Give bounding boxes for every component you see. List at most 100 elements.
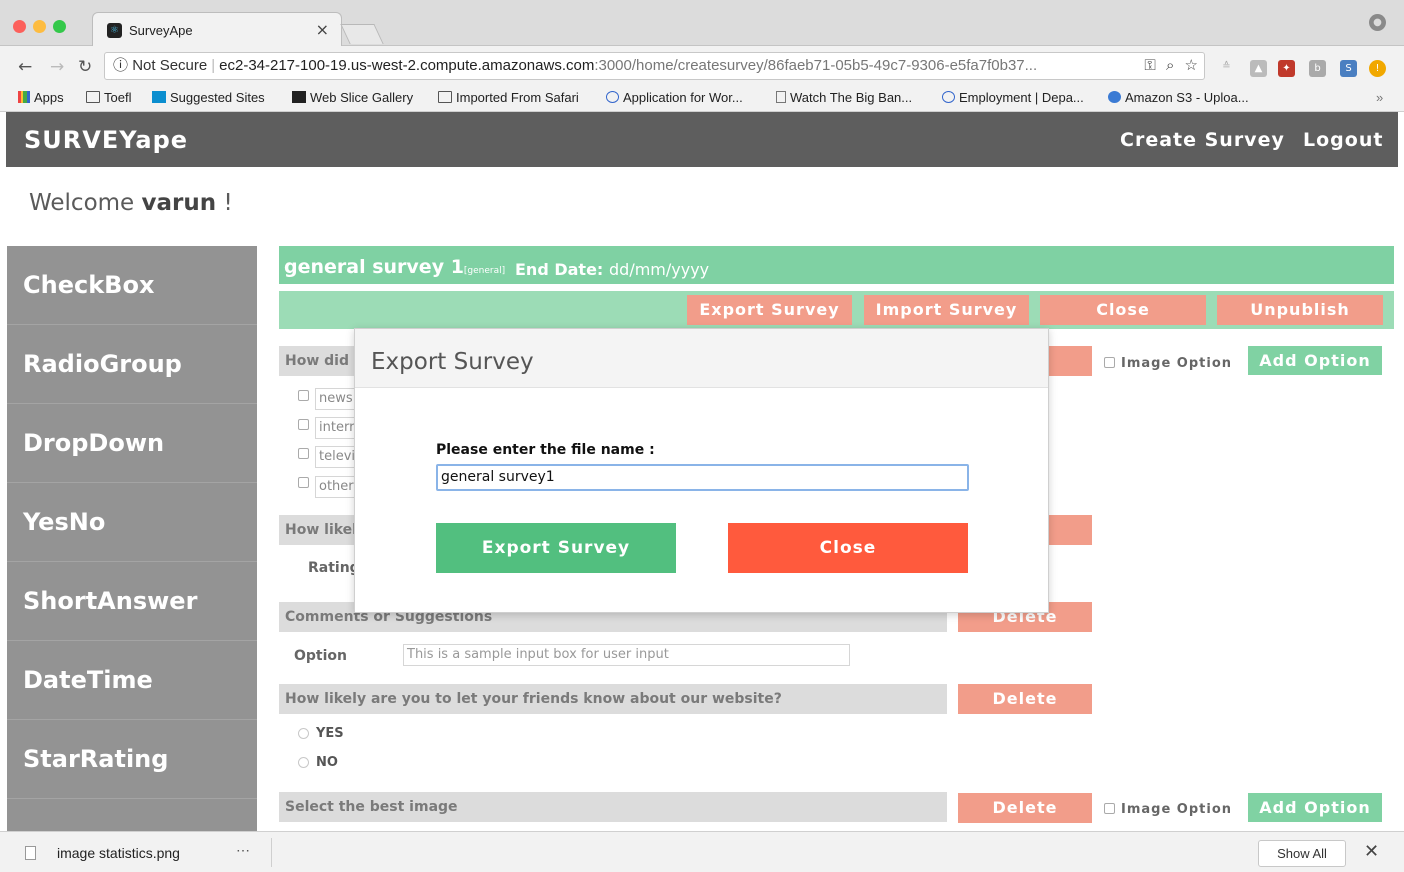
profile-icon[interactable]: ● <box>1369 14 1386 31</box>
bookmark-suggested-sites[interactable]: Suggested Sites <box>152 90 265 105</box>
download-bar: image statistics.png ⋯ Show All ✕ <box>0 831 1404 872</box>
new-tab-button[interactable] <box>340 24 384 44</box>
image-option-checkbox[interactable] <box>1104 357 1115 368</box>
bookmark-application[interactable]: Application for Wor... <box>606 90 743 105</box>
option-input[interactable]: interr <box>315 417 355 439</box>
url-path: :3000/home/createsurvey/86faeb71-05b5-49… <box>594 57 1038 74</box>
bookmarks-overflow[interactable]: » <box>1376 90 1383 105</box>
extension-icon[interactable]: ✦ <box>1278 60 1295 77</box>
bookmark-toefl[interactable]: Toefl <box>86 90 131 105</box>
question-5-delete-button[interactable]: Delete <box>958 793 1092 823</box>
welcome-message: Welcome varun ! <box>29 190 233 216</box>
modal-close-button[interactable]: Close <box>728 523 968 573</box>
info-icon[interactable]: ⓘ <box>113 57 128 74</box>
question-4-delete-button[interactable]: Delete <box>958 684 1092 714</box>
bookmark-web-slice-gallery[interactable]: Web Slice Gallery <box>292 90 413 105</box>
brand-logo[interactable]: SURVEYape <box>24 126 188 154</box>
download-file-name[interactable]: image statistics.png <box>57 845 180 861</box>
survey-header: general survey 1[general] End Date: dd/m… <box>279 246 1394 284</box>
bookmark-amazon-s3[interactable]: Amazon S3 - Uploa... <box>1108 90 1249 105</box>
end-date-input[interactable]: dd/mm/yyyy <box>609 260 709 279</box>
option-input[interactable]: news <box>315 388 355 410</box>
file-icon <box>25 846 36 860</box>
divider <box>271 838 272 867</box>
rating-label: Rating <box>308 560 360 576</box>
sidebar-item-dropdown[interactable]: DropDown <box>7 404 257 483</box>
file-name-input[interactable]: general survey1 <box>436 464 969 491</box>
sidebar-item-datetime[interactable]: DateTime <box>7 641 257 720</box>
question-1-add-option-button[interactable]: Add Option <box>1248 346 1382 375</box>
browser-tab[interactable]: ⚛ SurveyApe × <box>92 12 342 46</box>
extension-b-icon[interactable]: b <box>1309 60 1326 77</box>
logout-link[interactable]: Logout <box>1303 129 1383 151</box>
warning-icon[interactable]: ! <box>1369 60 1386 77</box>
bookmarks-bar: Apps Toefl Suggested Sites Web Slice Gal… <box>0 85 1404 112</box>
sample-input-box[interactable]: This is a sample input box for user inpu… <box>403 644 850 666</box>
folder-icon <box>438 91 452 103</box>
extension-s-icon[interactable]: S <box>1340 60 1357 77</box>
sidebar-item-yesno[interactable]: YesNo <box>7 483 257 562</box>
bookmark-employment[interactable]: Employment | Depa... <box>942 90 1084 105</box>
export-survey-button[interactable]: Export Survey <box>687 295 852 325</box>
no-radio[interactable] <box>298 757 309 768</box>
more-icon[interactable]: ⋯ <box>236 842 251 859</box>
username: varun <box>141 190 217 216</box>
question-5-bar[interactable]: Select the best image <box>279 792 947 822</box>
show-all-button[interactable]: Show All <box>1258 840 1346 867</box>
file-name-label: Please enter the file name : <box>436 442 655 458</box>
reload-icon[interactable]: ↻ <box>78 57 92 77</box>
window-minimize-control[interactable] <box>33 20 46 33</box>
sidebar-item-starrating[interactable]: StarRating <box>7 720 257 799</box>
page-icon <box>776 91 786 103</box>
sidebar-item-checkbox[interactable]: CheckBox <box>7 246 257 325</box>
option-checkbox[interactable] <box>298 390 309 401</box>
seal-icon <box>606 91 619 103</box>
zoom-icon[interactable]: ⌕ <box>1166 57 1174 74</box>
option-checkbox[interactable] <box>298 477 309 488</box>
question-1-image-option[interactable]: Image Option <box>1104 356 1232 371</box>
import-survey-button[interactable]: Import Survey <box>864 295 1029 325</box>
sidebar-item-shortanswer[interactable]: ShortAnswer <box>7 562 257 641</box>
option-label: Option <box>294 648 347 664</box>
security-label: Not Secure <box>132 57 208 74</box>
yes-label: YES <box>316 726 344 741</box>
sidebar-item-radiogroup[interactable]: RadioGroup <box>7 325 257 404</box>
address-bar[interactable]: ⓘ Not Secure | ec2-34-217-100-19.us-west-2… <box>104 52 1205 80</box>
drive-upload-icon[interactable]: ≙ <box>1218 58 1235 75</box>
close-survey-button[interactable]: Close <box>1040 295 1206 325</box>
close-download-bar-icon[interactable]: ✕ <box>1364 841 1379 862</box>
modal-title: Export Survey <box>371 349 534 375</box>
drive-icon[interactable]: ▲ <box>1250 60 1267 77</box>
folder-icon <box>86 91 100 103</box>
modal-export-button[interactable]: Export Survey <box>436 523 676 573</box>
back-arrow-icon[interactable]: ← <box>18 57 32 77</box>
window-zoom-control[interactable] <box>53 20 66 33</box>
bookmark-apps[interactable]: Apps <box>18 90 64 105</box>
forward-arrow-icon[interactable]: → <box>50 57 64 77</box>
bookmark-star-icon[interactable]: ☆ <box>1185 57 1198 74</box>
url-host: ec2-34-217-100-19.us-west-2.compute.amaz… <box>219 57 595 74</box>
image-option-checkbox[interactable] <box>1104 803 1115 814</box>
option-checkbox[interactable] <box>298 448 309 459</box>
bing-icon <box>152 91 166 103</box>
unpublish-button[interactable]: Unpublish <box>1217 295 1383 325</box>
survey-tag: [general] <box>463 266 506 276</box>
window-close-control[interactable] <box>13 20 26 33</box>
tab-close-icon[interactable]: × <box>316 20 329 39</box>
bookmark-big-bang[interactable]: Watch The Big Ban... <box>776 90 912 105</box>
question-4-bar[interactable]: How likely are you to let your friends k… <box>279 684 947 714</box>
export-survey-modal: Export Survey Please enter the file name… <box>354 328 1049 613</box>
create-survey-link[interactable]: Create Survey <box>1120 129 1285 151</box>
s3-icon <box>1108 91 1121 103</box>
question-5-add-option-button[interactable]: Add Option <box>1248 793 1382 822</box>
yes-radio[interactable] <box>298 728 309 739</box>
key-icon[interactable]: ⚿ <box>1144 57 1155 74</box>
seal-icon <box>942 91 955 103</box>
question-5-image-option[interactable]: Image Option <box>1104 802 1232 817</box>
survey-actions-bar: Export Survey Import Survey Close Unpubl… <box>279 291 1394 329</box>
bookmark-imported-from-safari[interactable]: Imported From Safari <box>438 90 579 105</box>
option-input[interactable]: televi <box>315 446 355 468</box>
survey-title[interactable]: general survey 1[general] <box>284 256 505 278</box>
option-input[interactable]: other <box>315 476 355 498</box>
option-checkbox[interactable] <box>298 419 309 430</box>
